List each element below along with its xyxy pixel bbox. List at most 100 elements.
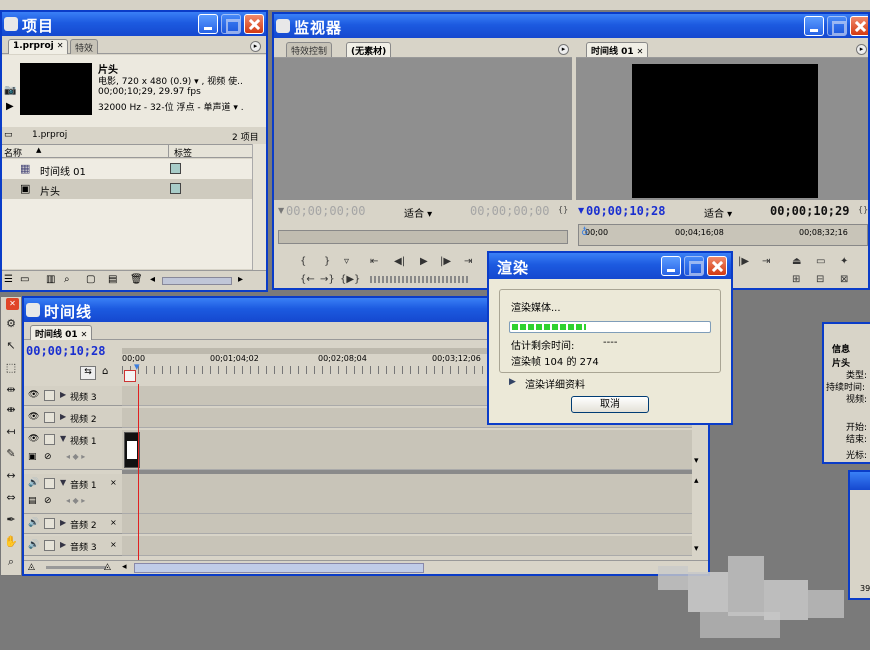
zoom-slider[interactable] [46, 566, 106, 569]
tab-effects[interactable]: 特效 [70, 39, 99, 54]
collapse-icon[interactable]: ▼ [60, 478, 66, 487]
eye-icon[interactable]: 👁 [28, 434, 39, 445]
label-color-swatch[interactable] [170, 163, 181, 174]
scroll-right-icon[interactable]: ▸ [238, 274, 243, 285]
play-icon[interactable]: ▶ [420, 256, 428, 267]
scroll-down-icon[interactable]: ▾ [694, 456, 699, 466]
mark-in-icon[interactable]: { [300, 256, 306, 267]
label-color-swatch[interactable] [170, 183, 181, 194]
step-forward-icon[interactable]: |▶ [738, 256, 749, 267]
minimize-button[interactable] [804, 16, 824, 36]
expand-icon[interactable]: ▶ [60, 518, 66, 527]
lock-checkbox[interactable] [44, 540, 55, 551]
close-tab-icon[interactable]: ✕ [637, 47, 644, 56]
play-icon[interactable]: ▶ [6, 101, 14, 112]
step-forward-icon[interactable]: |▶ [440, 256, 451, 267]
keyframe-nav-icon[interactable]: ◂ ◆ ▸ [66, 496, 85, 505]
track-lane-audio-2[interactable] [122, 514, 692, 534]
rolling-edit-icon[interactable]: ⇼ [3, 403, 19, 419]
lock-checkbox[interactable] [44, 478, 55, 489]
minimize-button[interactable] [198, 14, 218, 34]
list-item[interactable]: ▦ 时间线 01 [2, 159, 252, 179]
column-name[interactable]: 名称 [4, 146, 22, 159]
project-scrollbar[interactable] [252, 144, 266, 270]
step-back-icon[interactable]: ◀| [394, 256, 405, 267]
source-current-time[interactable]: 00;00;00;00 [286, 204, 365, 218]
work-area-handle[interactable] [124, 370, 136, 382]
speaker-icon[interactable]: 🔊 [28, 518, 39, 529]
playhead-handle[interactable]: ♁ [581, 227, 588, 238]
slip-icon[interactable]: ↔ [3, 469, 19, 485]
go-to-in-icon[interactable]: ⇤ [370, 256, 378, 267]
go-to-next-marker-icon[interactable]: →} [320, 274, 335, 285]
close-button[interactable] [850, 16, 868, 36]
pen-icon[interactable]: ✒ [3, 513, 19, 529]
tab-timeline[interactable]: 时间线 01 ✕ [30, 325, 93, 340]
go-to-out-icon[interactable]: ⇥ [464, 256, 472, 267]
timeline-scrollbar[interactable] [134, 563, 424, 573]
horizontal-scrollbar[interactable] [162, 277, 232, 285]
program-time-ruler[interactable]: 00;00 00;04;16;08 00;08;32;16 ♁ [578, 224, 868, 246]
program-current-time[interactable]: 00;00;10;28 [586, 204, 665, 218]
maximize-button[interactable] [221, 14, 241, 34]
eye-icon[interactable]: 👁 [28, 412, 39, 423]
go-to-out-icon[interactable]: ⇥ [762, 256, 770, 267]
maximize-button[interactable] [827, 16, 847, 36]
close-tab-icon[interactable]: ✕ [57, 41, 64, 50]
cancel-button[interactable]: 取消 [571, 396, 649, 413]
tab-program[interactable]: 时间线 01 ✕ [586, 42, 649, 57]
safe-margins-icon[interactable]: ⊟ [816, 274, 824, 285]
track-lane-audio-3[interactable] [122, 536, 692, 556]
list-view-icon[interactable]: ☰ [4, 274, 13, 285]
tab-project[interactable]: 1.prproj ✕ [8, 39, 69, 54]
rate-stretch-icon[interactable]: ↤ [3, 425, 19, 441]
close-button[interactable] [244, 14, 264, 34]
slide-icon[interactable]: ⇔ [3, 491, 19, 507]
column-label[interactable]: 标签 [174, 146, 192, 159]
scroll-up-icon[interactable]: ▴ [694, 476, 699, 486]
track-lane-audio-1[interactable] [122, 474, 692, 514]
new-item-icon[interactable]: ▤ [108, 274, 117, 285]
export-frame-icon[interactable]: ✦ [840, 256, 848, 267]
source-time-ruler[interactable] [278, 230, 568, 244]
collapse-icon[interactable]: ▼ [60, 434, 66, 443]
camera-icon[interactable]: 📷 [4, 85, 16, 96]
speaker-icon[interactable]: 🔊 [28, 478, 39, 489]
track-select-icon[interactable]: ⚙ [3, 317, 19, 333]
ripple-edit-icon[interactable]: ⇹ [3, 383, 19, 399]
source-fit-dropdown[interactable]: 适合 ▾ [404, 205, 432, 220]
track-lane-video-1[interactable] [122, 430, 692, 470]
lift-icon[interactable]: ⏏ [792, 256, 801, 267]
track-select-tool-icon[interactable]: ⬚ [3, 361, 19, 377]
minimize-button[interactable] [661, 256, 681, 276]
mark-out-icon[interactable]: } [324, 256, 330, 267]
close-button[interactable] [707, 256, 727, 276]
trim-icon[interactable]: ⊞ [792, 274, 800, 285]
waveform-icon[interactable]: ▤ [28, 496, 37, 506]
lock-checkbox[interactable] [44, 390, 55, 401]
lock-checkbox[interactable] [44, 412, 55, 423]
expand-icon[interactable]: ▶ [60, 540, 66, 549]
panel-menu-icon[interactable]: ▸ [558, 44, 569, 55]
play-in-to-out-icon[interactable]: {▶} [340, 274, 360, 285]
automate-icon[interactable]: ▥ [46, 274, 55, 285]
sort-up-icon[interactable]: ▲ [36, 146, 41, 154]
speaker-icon[interactable]: 🔊 [28, 540, 39, 551]
expand-icon[interactable]: ▶ [60, 390, 66, 399]
timeline-timecode[interactable]: 00;00;10;28 [26, 344, 105, 358]
lock-checkbox[interactable] [44, 434, 55, 445]
zoom-out-icon[interactable]: ◬ [28, 562, 35, 572]
hand-icon[interactable]: ✋ [3, 535, 19, 551]
list-item[interactable]: ▣ 片头 [2, 179, 252, 199]
find-icon[interactable]: ⌕ [64, 274, 70, 285]
program-fit-dropdown[interactable]: 适合 ▾ [704, 205, 732, 220]
go-to-prev-marker-icon[interactable]: {← [300, 274, 315, 285]
zoom-icon[interactable]: ⌕ [3, 555, 19, 571]
new-bin-icon[interactable]: ▢ [86, 274, 95, 285]
keyframe-nav-icon[interactable]: ◂ ◆ ▸ [66, 452, 85, 461]
tab-effect-controls[interactable]: 特效控制 [286, 42, 333, 57]
render-details-toggle[interactable]: 渲染详细资料 [525, 376, 585, 391]
expand-details-icon[interactable]: ▶ [509, 377, 516, 387]
panel-menu-icon[interactable]: ▸ [856, 44, 867, 55]
zoom-in-icon[interactable]: ◬ [104, 562, 111, 572]
